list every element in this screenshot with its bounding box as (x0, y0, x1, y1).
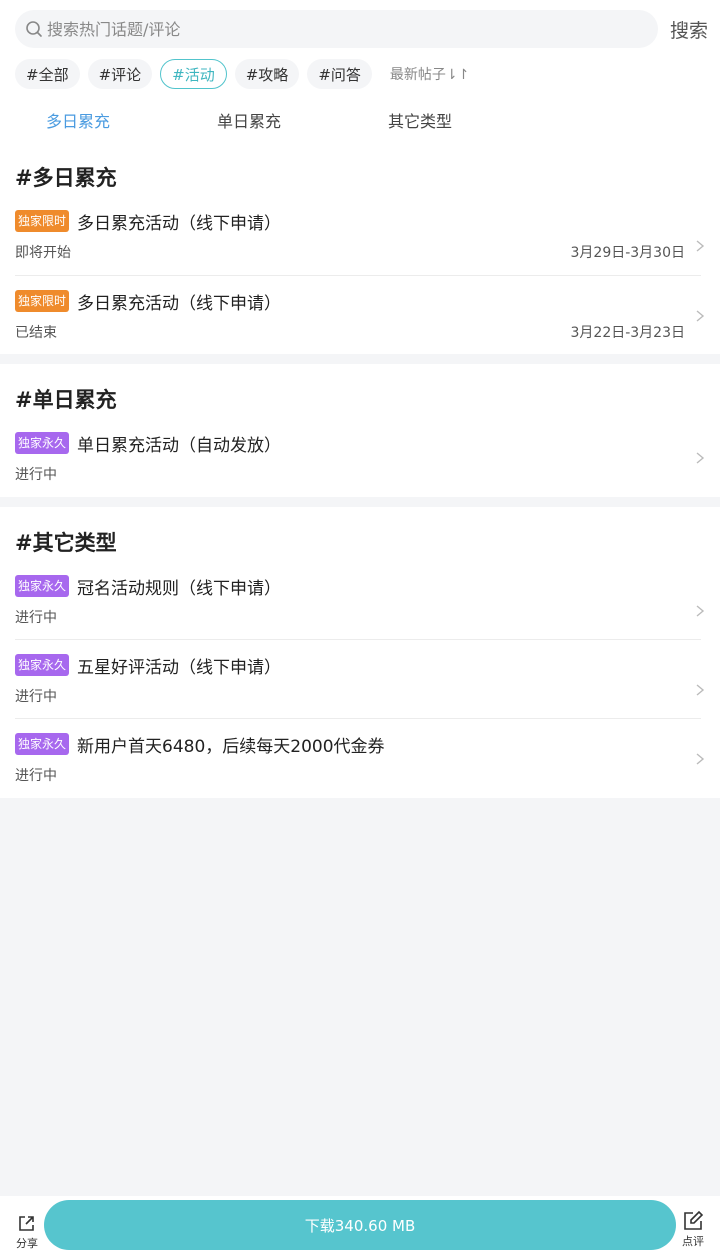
sort-arrows-icon: ⇂↾ (445, 67, 470, 83)
bottom-bar: 分享 下载340.60 MB 点评 (0, 1196, 720, 1257)
section-other: #其它类型 独家永久 冠名活动规则（线下申请） 进行中 独家永久 五星好评活动（… (0, 507, 720, 798)
edit-icon (684, 1210, 704, 1230)
review-button[interactable]: 点评 (678, 1210, 708, 1249)
badge-permanent: 独家永久 (15, 733, 70, 755)
section-single-day: #单日累充 独家永久 单日累充活动（自动发放） 进行中 (0, 364, 720, 497)
item-date: 3月29日-3月30日 (570, 245, 686, 261)
chevron-right-icon (696, 310, 705, 322)
tag-filter-bar: #全部 #评论 #活动 #攻略 #问答 最新帖子⇂↾ (15, 59, 469, 89)
item-title: 冠名活动规则（线下申请） (77, 579, 281, 599)
sort-label: 最新帖子 (389, 67, 446, 83)
divider (15, 275, 701, 276)
list-item[interactable]: 独家永久 五星好评活动（线下申请） 进行中 (15, 639, 705, 718)
search-box[interactable] (15, 10, 658, 48)
badge-limited: 独家限时 (15, 290, 70, 312)
item-status: 进行中 (15, 768, 57, 784)
search-input[interactable] (47, 19, 658, 39)
item-title: 新用户首天6480，后续每天2000代金券 (77, 737, 385, 757)
divider (15, 639, 701, 640)
download-label: 下载340.60 MB (304, 1216, 416, 1235)
subtab-multi-day[interactable]: 多日累充 (46, 108, 110, 132)
section-title: #其它类型 (15, 531, 117, 555)
list-item[interactable]: 独家永久 冠名活动规则（线下申请） 进行中 (15, 562, 705, 641)
share-button[interactable]: 分享 (12, 1212, 42, 1251)
section-multi-day: #多日累充 独家限时 多日累充活动（线下申请） 即将开始 3月29日-3月30日… (0, 142, 720, 354)
item-status: 即将开始 (15, 245, 71, 261)
sort-toggle[interactable]: 最新帖子⇂↾ (390, 64, 469, 84)
tag-activities[interactable]: #活动 (160, 59, 227, 89)
share-label: 分享 (16, 1237, 38, 1250)
item-date: 3月22日-3月23日 (570, 325, 686, 341)
badge-permanent: 独家永久 (15, 432, 70, 454)
chevron-right-icon (696, 452, 705, 464)
badge-permanent: 独家永久 (15, 654, 70, 676)
tag-guides[interactable]: #攻略 (234, 59, 300, 89)
share-icon (19, 1216, 34, 1231)
item-title: 多日累充活动（线下申请） (77, 214, 281, 234)
chevron-right-icon (696, 753, 705, 765)
section-title: #多日累充 (15, 166, 117, 190)
list-item[interactable]: 独家永久 单日累充活动（自动发放） 进行中 (15, 419, 705, 498)
subtab-bar: 多日累充 单日累充 其它类型 (0, 108, 720, 134)
item-status: 进行中 (15, 467, 57, 483)
list-item[interactable]: 独家永久 新用户首天6480，后续每天2000代金券 进行中 (15, 718, 705, 797)
tag-qa[interactable]: #问答 (307, 59, 372, 89)
subtab-single-day[interactable]: 单日累充 (217, 108, 281, 132)
download-button[interactable]: 下载340.60 MB (44, 1200, 676, 1250)
search-button[interactable]: 搜索 (668, 16, 708, 43)
chevron-right-icon (696, 605, 705, 617)
item-status: 已结束 (15, 325, 57, 341)
search-icon (26, 21, 42, 37)
chevron-right-icon (696, 684, 705, 696)
divider (15, 718, 701, 719)
item-status: 进行中 (15, 689, 57, 705)
top-bar: 搜索 #全部 #评论 #活动 #攻略 #问答 最新帖子⇂↾ 多日累充 单日累充 … (0, 0, 720, 142)
section-title: #单日累充 (15, 388, 117, 412)
list-item[interactable]: 独家限时 多日累充活动（线下申请） 即将开始 3月29日-3月30日 (15, 197, 705, 276)
item-title: 单日累充活动（自动发放） (77, 436, 281, 456)
badge-permanent: 独家永久 (15, 575, 70, 597)
review-label: 点评 (682, 1235, 704, 1248)
item-title: 五星好评活动（线下申请） (77, 658, 281, 678)
tag-reviews[interactable]: #评论 (87, 59, 153, 89)
item-title: 多日累充活动（线下申请） (77, 294, 281, 314)
item-status: 进行中 (15, 610, 57, 626)
subtab-other[interactable]: 其它类型 (388, 108, 452, 132)
list-item[interactable]: 独家限时 多日累充活动（线下申请） 已结束 3月22日-3月23日 (15, 275, 705, 354)
search-row: 搜索 (15, 10, 708, 48)
tag-all[interactable]: #全部 (15, 59, 80, 89)
chevron-right-icon (696, 240, 705, 252)
badge-limited: 独家限时 (15, 210, 70, 232)
